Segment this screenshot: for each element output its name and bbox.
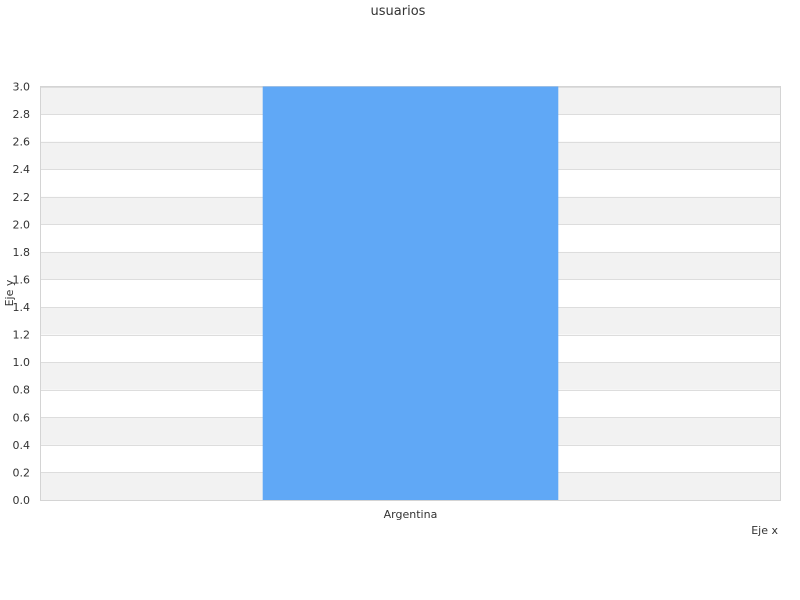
y-tick-label: 1.8: [13, 246, 31, 259]
y-tick-label: 0.2: [13, 466, 31, 479]
y-tick-label: 2.6: [13, 136, 31, 149]
x-tick-label: Argentina: [384, 508, 438, 521]
y-tick-label: 1.0: [13, 356, 31, 369]
y-axis-label: Eje y: [3, 279, 16, 306]
y-tick-label: 0.8: [13, 384, 31, 397]
y-tick-label: 0.0: [13, 494, 31, 507]
bar-chart: usuarios 0.00.20.40.60.81.01.21.41.61.82…: [3, 4, 781, 537]
chart-container: usuarios 0.0 0.2 0.4 0.6 0.8 1.0 1.2 1.4 1.6 1.8 2…: [0, 0, 800, 600]
y-tick-label: 2.4: [13, 163, 31, 176]
y-tick-label: 0.6: [13, 411, 31, 424]
x-axis-ticks: Argentina: [384, 508, 438, 521]
y-tick-label: 3.0: [13, 81, 31, 94]
y-tick-label: 2.8: [13, 108, 31, 121]
bars: [262, 86, 559, 500]
y-tick-label: 0.4: [13, 439, 31, 452]
y-tick-label: 1.2: [13, 329, 31, 342]
x-axis-label: Eje x: [751, 524, 778, 537]
chart-title: usuarios: [371, 4, 426, 19]
bar: [262, 86, 559, 500]
y-tick-label: 2.0: [13, 218, 31, 231]
y-tick-label: 2.2: [13, 191, 31, 204]
